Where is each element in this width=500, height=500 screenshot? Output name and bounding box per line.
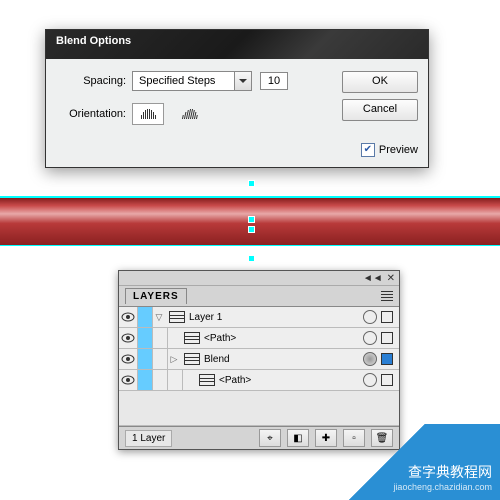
layer-swatch-icon (184, 353, 200, 365)
layer-name[interactable]: <Path> (204, 333, 363, 344)
layers-tab[interactable]: LAYERS (125, 288, 187, 304)
selection-handle-bottom[interactable] (248, 255, 255, 262)
layer-row[interactable]: ▷ Blend (119, 349, 399, 370)
steps-input[interactable]: 10 (260, 72, 288, 90)
blend-options-dialog: Blend Options Spacing: Specified Steps 1… (45, 29, 429, 168)
layer-swatch-icon (184, 332, 200, 344)
preview-row: ✔ Preview (361, 143, 418, 157)
orientation-label: Orientation: (56, 108, 126, 120)
edit-column[interactable] (137, 349, 153, 369)
selection-indicator[interactable] (381, 353, 393, 365)
selection-handle-mid2[interactable] (248, 226, 255, 233)
dialog-titlebar[interactable]: Blend Options (46, 30, 428, 59)
layer-list: ▽ Layer 1 <Path> ▷ Blend (119, 306, 399, 427)
dialog-body: Spacing: Specified Steps 10 Orientation: (46, 59, 428, 167)
visibility-icon[interactable] (119, 333, 137, 343)
layer-row[interactable]: <Path> (119, 370, 399, 391)
layer-name[interactable]: Blend (204, 354, 363, 365)
dropdown-arrow-icon[interactable] (234, 72, 251, 90)
cancel-button[interactable]: Cancel (342, 99, 418, 121)
watermark: 查字典教程网 jiaocheng.chazidian.com (324, 424, 500, 500)
edit-column[interactable] (137, 307, 153, 327)
make-clipping-mask-icon[interactable]: ◧ (287, 429, 309, 447)
locate-object-icon[interactable]: ⌖ (259, 429, 281, 447)
edit-column[interactable] (137, 328, 153, 348)
layer-list-empty (119, 391, 399, 426)
edit-column[interactable] (137, 370, 153, 390)
layer-swatch-icon (199, 374, 215, 386)
selection-handle-top[interactable] (248, 180, 255, 187)
layer-name[interactable]: <Path> (219, 375, 363, 386)
spacing-value: Specified Steps (133, 75, 234, 87)
orientation-align-path-icon[interactable] (174, 103, 206, 125)
visibility-icon[interactable] (119, 354, 137, 364)
preview-checkbox[interactable]: ✔ (361, 143, 375, 157)
selection-indicator[interactable] (381, 311, 393, 323)
preview-label: Preview (379, 144, 418, 156)
visibility-icon[interactable] (119, 375, 137, 385)
panel-menu-icon[interactable] (381, 291, 393, 301)
watermark-url: jiaocheng.chazidian.com (393, 482, 492, 492)
target-icon[interactable] (363, 331, 377, 345)
target-icon[interactable] (363, 352, 377, 366)
disclosure-icon[interactable]: ▽ (153, 312, 165, 323)
disclosure-icon[interactable]: ▷ (168, 354, 180, 365)
panel-tabstrip: ◄◄ ✕ (119, 271, 399, 285)
selection-indicator[interactable] (381, 332, 393, 344)
spacing-dropdown[interactable]: Specified Steps (132, 71, 252, 91)
selection-handle-mid1[interactable] (248, 216, 255, 223)
layer-swatch-icon (169, 311, 185, 323)
dialog-title: Blend Options (56, 35, 131, 47)
spacing-label: Spacing: (56, 75, 126, 87)
visibility-icon[interactable] (119, 312, 137, 322)
target-icon[interactable] (363, 310, 377, 324)
target-icon[interactable] (363, 373, 377, 387)
layers-panel: ◄◄ ✕ LAYERS ▽ Layer 1 <Path> (118, 270, 400, 450)
artboard-ribbon[interactable] (0, 197, 500, 245)
panel-header: LAYERS (119, 285, 399, 306)
layer-count: 1 Layer (125, 430, 172, 447)
panel-close-icon[interactable]: ✕ (387, 273, 395, 284)
selection-indicator[interactable] (381, 374, 393, 386)
ok-button[interactable]: OK (342, 71, 418, 93)
layer-name[interactable]: Layer 1 (189, 312, 363, 323)
layer-row[interactable]: <Path> (119, 328, 399, 349)
orientation-align-page-icon[interactable] (132, 103, 164, 125)
watermark-text: 查字典教程网 (408, 464, 492, 480)
panel-collapse-icon[interactable]: ◄◄ (363, 273, 383, 284)
layer-row[interactable]: ▽ Layer 1 (119, 307, 399, 328)
